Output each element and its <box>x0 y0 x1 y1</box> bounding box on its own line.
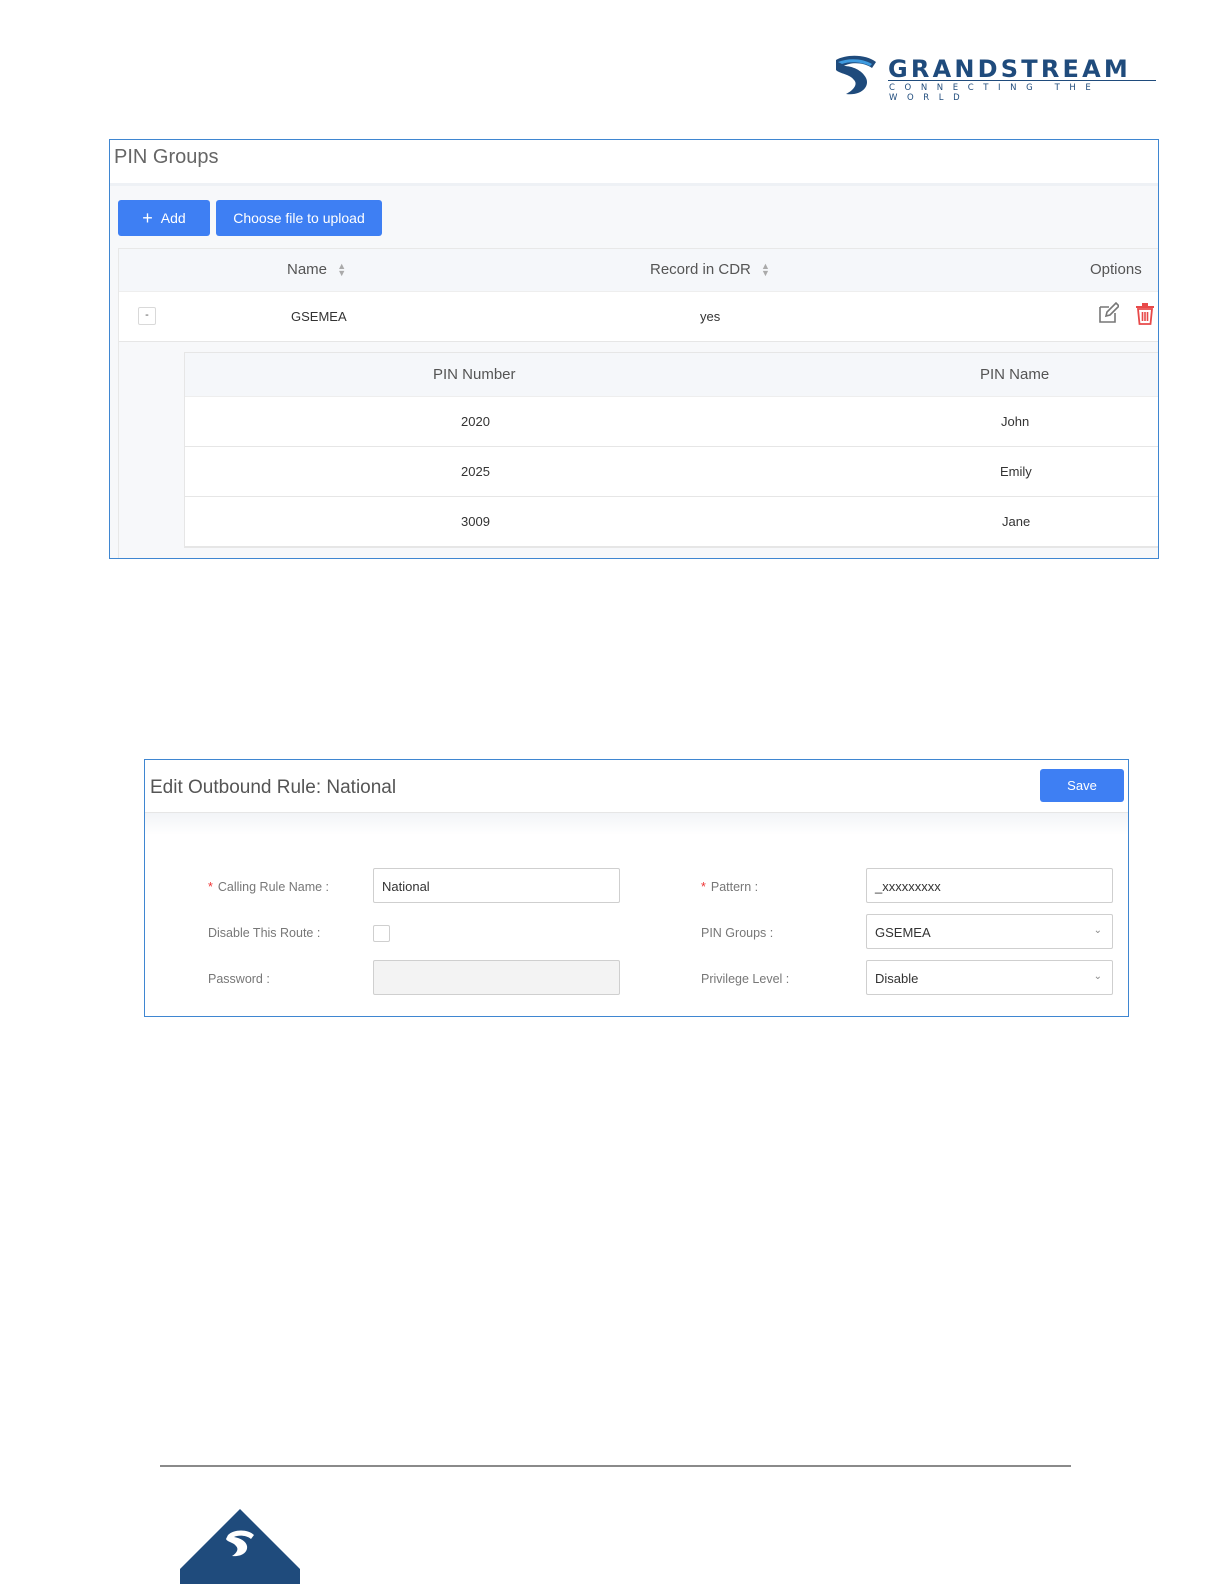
footer-logo-icon <box>180 1509 300 1584</box>
pin-groups-label: PIN Groups : <box>701 926 774 940</box>
required-marker: * <box>701 880 706 894</box>
expanded-row-panel: PIN Number PIN Name 2020 John 2025 Emily… <box>119 342 1158 558</box>
add-button-label: Add <box>160 210 186 226</box>
pin-name: John <box>1001 414 1030 429</box>
privilege-level-label: Privilege Level : <box>701 972 790 986</box>
pin-groups-body: + Add Choose file to upload Name ▲ ▼ Reco… <box>110 186 1158 558</box>
footer-divider <box>160 1465 1071 1467</box>
delete-icon[interactable] <box>1135 303 1155 325</box>
privilege-level-select[interactable]: Disable ⌄ <box>866 960 1113 995</box>
required-marker: * <box>208 880 213 894</box>
pin-number: 3009 <box>461 514 490 529</box>
outbound-rule-title: Edit Outbound Rule: National <box>150 777 397 798</box>
add-button[interactable]: + Add <box>118 200 210 236</box>
grandstream-logo: GRANDSTREAM CONNECTING THE WORLD <box>832 52 1162 103</box>
table-row: - GSEMEA yes <box>119 292 1158 342</box>
pin-groups-selected-value: GSEMEA <box>875 925 931 940</box>
pin-name: Emily <box>1000 464 1032 479</box>
sort-icon: ▲ ▼ <box>761 261 770 279</box>
privilege-level-selected-value: Disable <box>875 971 919 986</box>
row-record-in-cdr: yes <box>700 309 721 324</box>
pin-groups-select[interactable]: GSEMEA ⌄ <box>866 914 1113 949</box>
pattern-input[interactable]: _xxxxxxxxx <box>866 868 1113 903</box>
column-header-name[interactable]: Name ▲ ▼ <box>287 261 346 278</box>
sort-icon: ▲ ▼ <box>337 261 347 279</box>
column-header-record-in-cdr[interactable]: Record in CDR ▲ ▼ <box>650 261 770 278</box>
table-header: Name ▲ ▼ Record in CDR ▲ ▼ Options <box>119 248 1158 292</box>
pin-groups-title: PIN Groups <box>114 146 219 168</box>
pin-members-table: PIN Number PIN Name 2020 John 2025 Emily… <box>184 352 1158 548</box>
pin-name: Jane <box>1002 514 1031 529</box>
brand-tagline: CONNECTING THE WORLD <box>889 83 1101 103</box>
pin-groups-table: Name ▲ ▼ Record in CDR ▲ ▼ Options - GSEME… <box>118 248 1158 558</box>
calling-rule-name-label: * Calling Rule Name : <box>208 880 330 894</box>
table-row: 2020 John <box>185 397 1158 447</box>
column-header-options: Options <box>1090 261 1142 278</box>
table-row: 3009 Jane <box>185 497 1158 547</box>
pin-number: 2025 <box>461 464 490 479</box>
password-input[interactable] <box>373 960 620 995</box>
pin-groups-panel: PIN Groups + Add Choose file to upload N… <box>109 139 1159 559</box>
save-button[interactable]: Save <box>1040 769 1124 802</box>
password-label: Password : <box>208 972 270 986</box>
chevron-down-icon: ⌄ <box>1093 925 1102 936</box>
pattern-label: * Pattern : <box>701 880 759 894</box>
outbound-rule-form: * Calling Rule Name : National Disable Th… <box>145 813 1128 1016</box>
edit-icon[interactable] <box>1097 302 1119 324</box>
column-header-pin-number: PIN Number <box>433 366 516 383</box>
subtable-header: PIN Number PIN Name <box>185 353 1158 397</box>
calling-rule-name-input[interactable]: National <box>373 868 620 903</box>
plus-icon: + <box>142 208 153 228</box>
pin-number: 2020 <box>461 414 490 429</box>
grandstream-logo-icon <box>836 55 876 95</box>
brand-name: GRANDSTREAM <box>888 55 1131 83</box>
edit-outbound-rule-panel: Edit Outbound Rule: National Save * Calli… <box>144 759 1129 1017</box>
upload-file-button[interactable]: Choose file to upload <box>216 200 382 236</box>
table-row: 2025 Emily <box>185 447 1158 497</box>
collapse-row-button[interactable]: - <box>138 307 156 325</box>
disable-route-label: Disable This Route : <box>208 926 321 940</box>
column-header-pin-name: PIN Name <box>980 366 1050 383</box>
logo-rule <box>888 80 1156 81</box>
disable-route-checkbox[interactable] <box>373 925 390 942</box>
row-name: GSEMEA <box>291 309 347 324</box>
chevron-down-icon: ⌄ <box>1093 971 1102 982</box>
